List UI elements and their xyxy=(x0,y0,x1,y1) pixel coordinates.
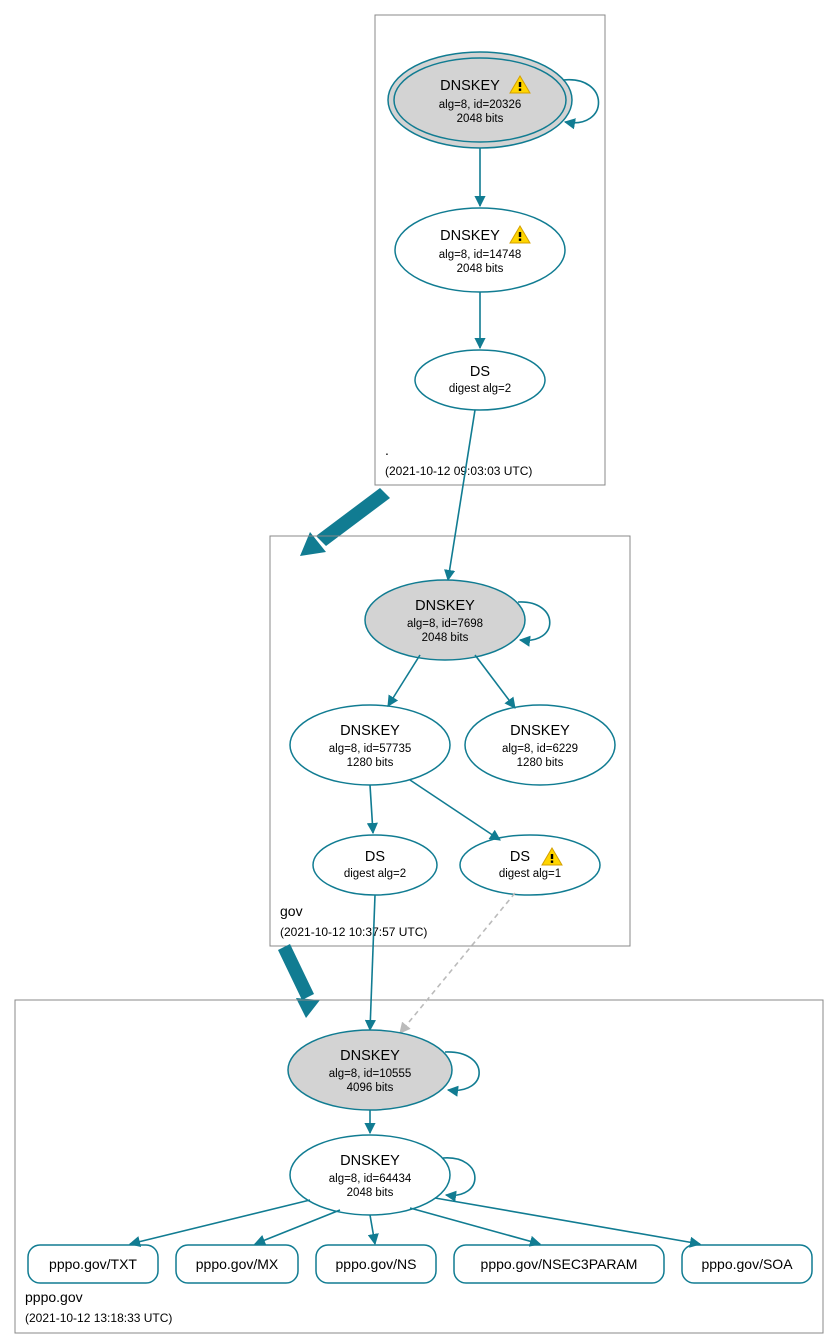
rrset-nsec3param: pppo.gov/NSEC3PARAM xyxy=(454,1245,664,1283)
svg-text:DNSKEY: DNSKEY xyxy=(510,723,570,739)
edge-gov-zsk1-ds2 xyxy=(410,780,500,840)
edge-zsk-soa xyxy=(435,1198,700,1244)
zone-root-timestamp: (2021-10-12 09:03:03 UTC) xyxy=(385,464,532,478)
node-gov-zsk1: DNSKEY alg=8, id=57735 1280 bits xyxy=(290,705,450,785)
svg-text:digest alg=1: digest alg=1 xyxy=(499,868,561,880)
rrset-ns: pppo.gov/NS xyxy=(316,1245,436,1283)
rrset-mx: pppo.gov/MX xyxy=(176,1245,298,1283)
svg-text:DNSKEY: DNSKEY xyxy=(340,1048,400,1064)
edge-gov-ksk-zsk1 xyxy=(388,655,420,706)
svg-text:2048 bits: 2048 bits xyxy=(457,113,504,125)
svg-text:alg=8, id=20326: alg=8, id=20326 xyxy=(439,99,522,111)
edge-gov-ds2-pppo-ksk xyxy=(400,893,515,1033)
svg-text:DNSKEY: DNSKEY xyxy=(440,78,500,94)
zone-arrow-root-gov xyxy=(300,488,390,556)
edge-gov-ds1-pppo-ksk xyxy=(370,895,375,1030)
dnssec-diagram: . (2021-10-12 09:03:03 UTC) DNSKEY alg=8… xyxy=(0,0,837,1344)
node-pppo-zsk: DNSKEY alg=8, id=64434 2048 bits xyxy=(290,1135,450,1215)
node-root-ds: DS digest alg=2 xyxy=(415,350,545,410)
svg-text:pppo.gov/SOA: pppo.gov/SOA xyxy=(701,1256,793,1272)
edge-root-ds-gov-ksk xyxy=(448,410,475,580)
edge-zsk-ns xyxy=(370,1215,375,1244)
node-pppo-ksk: DNSKEY alg=8, id=10555 4096 bits xyxy=(288,1030,452,1110)
svg-text:DS: DS xyxy=(365,849,385,865)
svg-text:1280 bits: 1280 bits xyxy=(347,757,394,769)
rrset-txt: pppo.gov/TXT xyxy=(28,1245,158,1283)
svg-text:DS: DS xyxy=(470,364,490,380)
zone-root-name: . xyxy=(385,442,389,458)
edge-zsk-txt xyxy=(130,1200,310,1244)
svg-text:1280 bits: 1280 bits xyxy=(517,757,564,769)
svg-text:pppo.gov/NSEC3PARAM: pppo.gov/NSEC3PARAM xyxy=(481,1256,638,1272)
node-root-zsk: DNSKEY alg=8, id=14748 2048 bits xyxy=(395,208,565,292)
edge-gov-ksk-zsk2 xyxy=(475,655,515,708)
svg-text:digest alg=2: digest alg=2 xyxy=(449,383,511,395)
svg-text:alg=8, id=7698: alg=8, id=7698 xyxy=(407,618,483,630)
zone-pppo-timestamp: (2021-10-12 13:18:33 UTC) xyxy=(25,1311,172,1325)
zone-gov-name: gov xyxy=(280,903,303,919)
svg-text:DNSKEY: DNSKEY xyxy=(415,598,475,614)
node-gov-ds1: DS digest alg=2 xyxy=(313,835,437,895)
svg-text:DNSKEY: DNSKEY xyxy=(340,1153,400,1169)
zone-arrow-gov-pppo xyxy=(278,944,320,1018)
svg-text:DNSKEY: DNSKEY xyxy=(340,723,400,739)
svg-text:2048 bits: 2048 bits xyxy=(347,1187,394,1199)
node-gov-ds2: DS digest alg=1 xyxy=(460,835,600,895)
zone-pppo-name: pppo.gov xyxy=(25,1289,83,1305)
node-gov-zsk2: DNSKEY alg=8, id=6229 1280 bits xyxy=(465,705,615,785)
zone-gov-timestamp: (2021-10-12 10:37:57 UTC) xyxy=(280,925,427,939)
svg-text:alg=8, id=10555: alg=8, id=10555 xyxy=(329,1068,412,1080)
svg-text:DNSKEY: DNSKEY xyxy=(440,228,500,244)
node-root-ksk: DNSKEY alg=8, id=20326 2048 bits xyxy=(388,52,572,148)
svg-text:2048 bits: 2048 bits xyxy=(457,263,504,275)
node-gov-ksk: DNSKEY alg=8, id=7698 2048 bits xyxy=(365,580,525,660)
svg-text:pppo.gov/NS: pppo.gov/NS xyxy=(336,1256,417,1272)
edge-zsk-mx xyxy=(255,1210,340,1244)
svg-text:alg=8, id=14748: alg=8, id=14748 xyxy=(439,249,522,261)
svg-text:alg=8, id=64434: alg=8, id=64434 xyxy=(329,1173,412,1185)
svg-text:2048 bits: 2048 bits xyxy=(422,632,469,644)
rrset-soa: pppo.gov/SOA xyxy=(682,1245,812,1283)
svg-text:alg=8, id=6229: alg=8, id=6229 xyxy=(502,743,578,755)
svg-text:pppo.gov/MX: pppo.gov/MX xyxy=(196,1256,279,1272)
svg-text:alg=8, id=57735: alg=8, id=57735 xyxy=(329,743,412,755)
edge-gov-zsk1-ds1 xyxy=(370,785,373,833)
svg-text:DS: DS xyxy=(510,849,530,865)
svg-text:digest alg=2: digest alg=2 xyxy=(344,868,406,880)
svg-text:4096 bits: 4096 bits xyxy=(347,1082,394,1094)
svg-text:pppo.gov/TXT: pppo.gov/TXT xyxy=(49,1256,137,1272)
